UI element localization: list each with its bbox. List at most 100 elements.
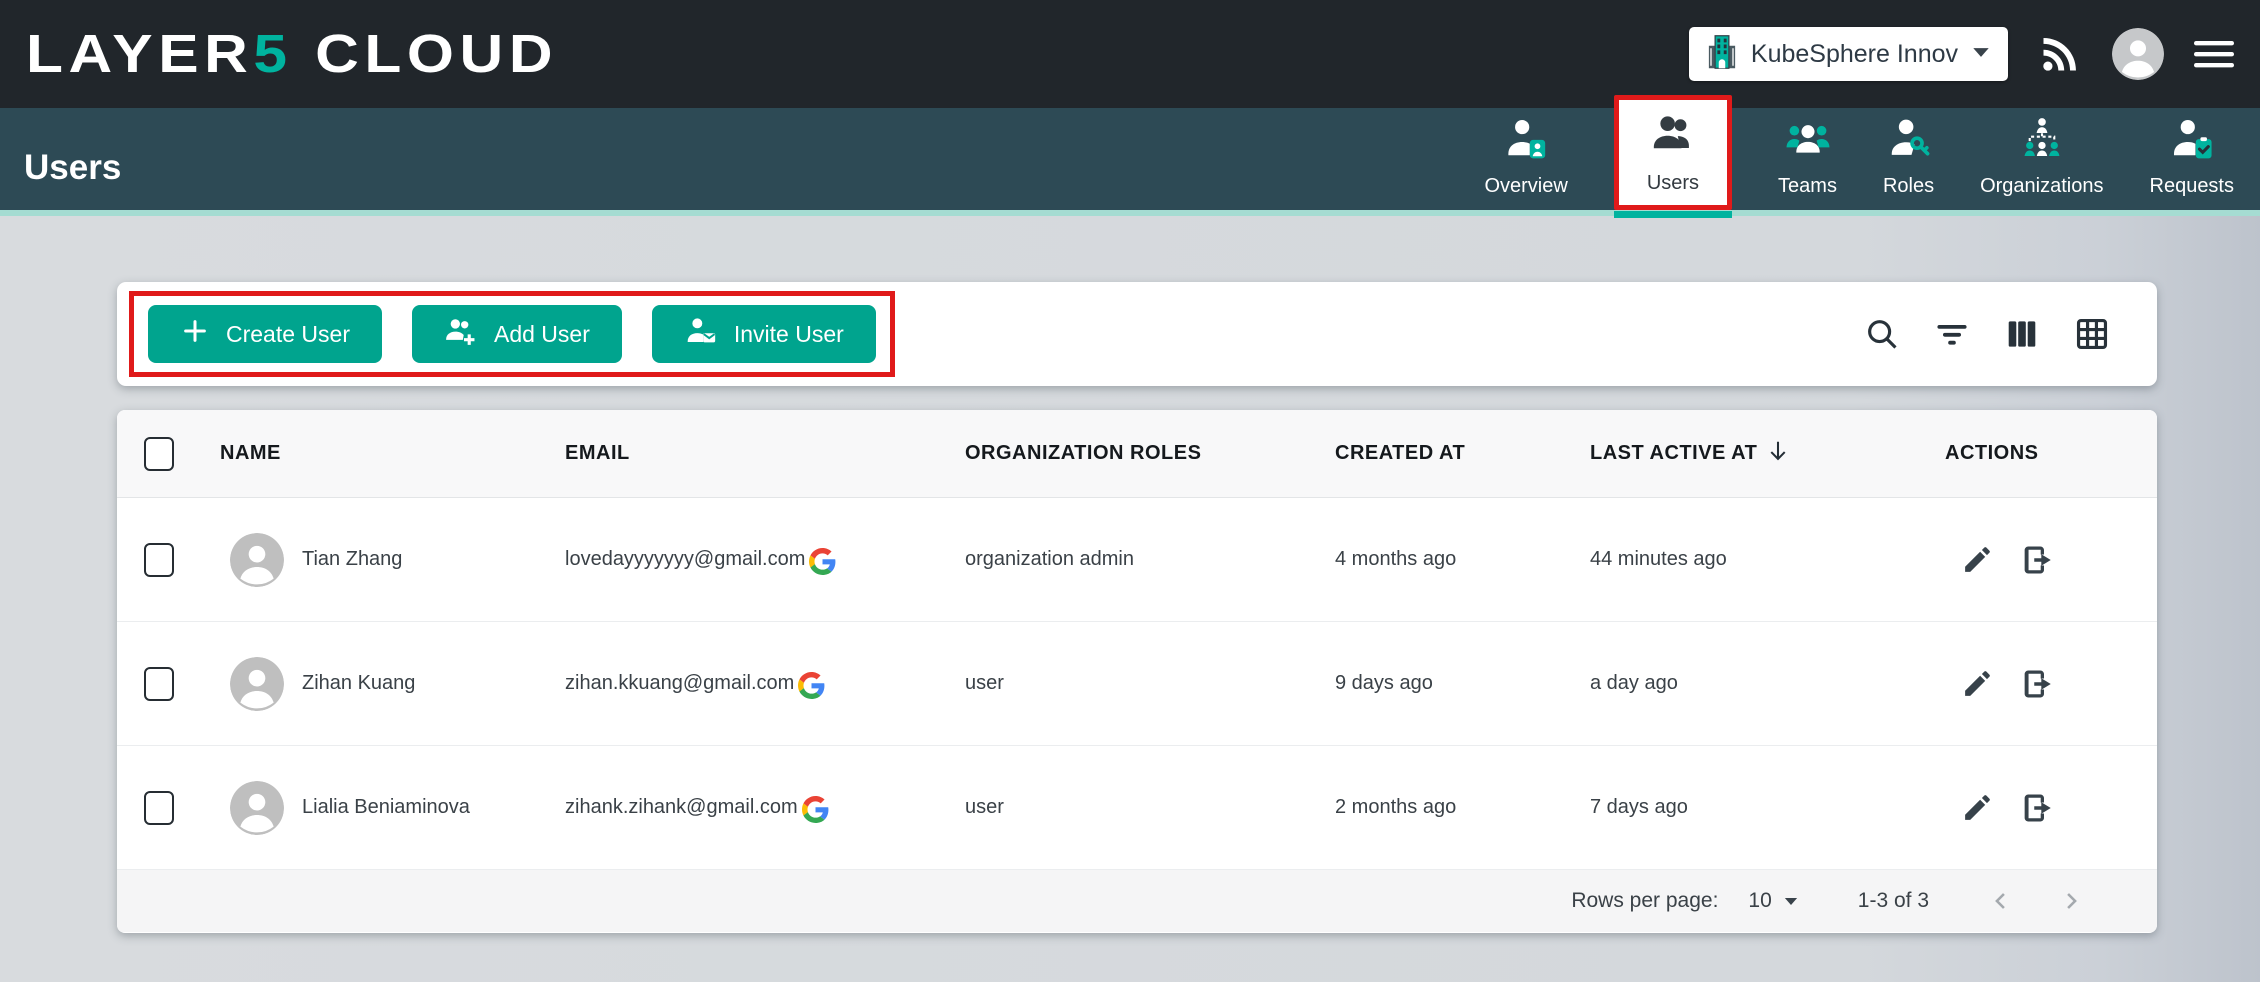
- google-icon: [798, 672, 825, 699]
- header-controls: KubeSphere Innov: [1689, 27, 2234, 81]
- organization-role: user: [945, 796, 1315, 819]
- users-icon: [1650, 112, 1696, 164]
- columns-icon[interactable]: [2003, 315, 2041, 353]
- tab-organizations[interactable]: Organizations: [1980, 115, 2103, 210]
- page-title: Users: [24, 148, 121, 188]
- row-checkbox[interactable]: [144, 791, 174, 825]
- tab-label: Users: [1647, 172, 1699, 195]
- users-table: NAME EMAIL ORGANIZATION ROLES CREATED AT…: [117, 410, 2157, 933]
- google-icon: [802, 796, 829, 823]
- pagination-range: 1-3 of 3: [1858, 889, 1929, 913]
- remove-user-icon[interactable]: [2020, 542, 2056, 578]
- table-tools: [1863, 315, 2111, 353]
- last-active-at: 44 minutes ago: [1570, 548, 1925, 571]
- table-row: Tian Zhang lovedayyyyyyy@gmail.com organ…: [117, 498, 2157, 622]
- caret-down-icon: [1972, 45, 1990, 63]
- user-email: zihank.zihank@gmail.com: [565, 796, 798, 819]
- tab-requests[interactable]: Requests: [2150, 115, 2235, 210]
- created-at: 2 months ago: [1315, 796, 1570, 819]
- create-user-label: Create User: [226, 321, 350, 348]
- layer5-cloud-logo: LAYER5 CLOUD: [26, 23, 558, 85]
- invite-user-button[interactable]: Invite User: [652, 305, 876, 363]
- col-header-name: NAME: [200, 442, 545, 465]
- create-user-button[interactable]: Create User: [148, 305, 382, 363]
- building-icon: [1707, 32, 1737, 77]
- user-email: zihan.kkuang@gmail.com: [565, 672, 794, 695]
- user-badge-icon: [1503, 115, 1549, 167]
- organization-name: KubeSphere Innov: [1751, 40, 1958, 69]
- users-toolbar: Create User Add User: [117, 282, 2157, 386]
- nav-tabs: Overview Users: [1484, 95, 2234, 210]
- tab-teams[interactable]: Teams: [1778, 115, 1837, 210]
- logo-suffix: CLOUD: [293, 24, 558, 84]
- col-header-actions: ACTIONS: [1925, 442, 2157, 465]
- section-navbar: Users Overview: [0, 108, 2260, 216]
- user-avatar[interactable]: [2112, 28, 2164, 80]
- chevron-left-icon[interactable]: [1987, 887, 2015, 915]
- remove-user-icon[interactable]: [2020, 790, 2056, 826]
- table-pagination: Rows per page: 10 1-3 of 3: [117, 870, 2157, 932]
- col-header-email: EMAIL: [545, 442, 945, 465]
- grid-icon[interactable]: [2073, 315, 2111, 353]
- tab-label: Overview: [1484, 175, 1567, 198]
- search-icon[interactable]: [1863, 315, 1901, 353]
- add-user-icon: [444, 314, 478, 354]
- select-all-checkbox[interactable]: [144, 437, 174, 471]
- avatar: [230, 533, 284, 587]
- invite-user-label: Invite User: [734, 321, 844, 348]
- requests-icon: [2169, 115, 2215, 167]
- avatar-icon: [2112, 28, 2164, 80]
- teams-icon: [1785, 115, 1831, 167]
- edit-icon[interactable]: [1961, 667, 1994, 700]
- rss-icon[interactable]: [2038, 32, 2082, 76]
- active-tab-indicator: [1614, 211, 1732, 218]
- tab-roles[interactable]: Roles: [1883, 115, 1934, 210]
- rows-per-page-value: 10: [1748, 889, 1771, 913]
- tab-users[interactable]: Users: [1614, 95, 1732, 210]
- edit-icon[interactable]: [1961, 791, 1994, 824]
- organization-role: user: [945, 672, 1315, 695]
- col-header-last-active-at[interactable]: LAST ACTIVE AT: [1570, 438, 1925, 470]
- tab-label: Requests: [2150, 175, 2235, 198]
- annotation-box-buttons: Create User Add User: [129, 291, 895, 377]
- row-checkbox[interactable]: [144, 667, 174, 701]
- user-name: Zihan Kuang: [302, 672, 415, 695]
- roles-key-icon: [1886, 115, 1932, 167]
- edit-icon[interactable]: [1961, 543, 1994, 576]
- created-at: 9 days ago: [1315, 672, 1570, 695]
- avatar: [230, 657, 284, 711]
- add-user-button[interactable]: Add User: [412, 305, 622, 363]
- top-header: LAYER5 CLOUD: [0, 0, 2260, 108]
- tab-overview[interactable]: Overview: [1484, 115, 1567, 210]
- sort-down-icon: [1765, 438, 1791, 470]
- table-row: Zihan Kuang zihan.kkuang@gmail.com user …: [117, 622, 2157, 746]
- table-row: Lialia Beniaminova zihank.zihank@gmail.c…: [117, 746, 2157, 870]
- rows-per-page-label: Rows per page:: [1571, 889, 1718, 913]
- table-header-row: NAME EMAIL ORGANIZATION ROLES CREATED AT…: [117, 410, 2157, 498]
- plus-icon: [180, 316, 210, 352]
- logo-accent: 5: [253, 24, 292, 84]
- row-checkbox[interactable]: [144, 543, 174, 577]
- user-email: lovedayyyyyyy@gmail.com: [565, 548, 805, 571]
- rows-per-page-select[interactable]: 10: [1748, 889, 1797, 913]
- invite-user-icon: [684, 314, 718, 354]
- created-at: 4 months ago: [1315, 548, 1570, 571]
- filter-icon[interactable]: [1933, 315, 1971, 353]
- organization-role: organization admin: [945, 548, 1315, 571]
- add-user-label: Add User: [494, 321, 590, 348]
- last-active-at: 7 days ago: [1570, 796, 1925, 819]
- user-name: Tian Zhang: [302, 548, 402, 571]
- google-icon: [809, 548, 836, 575]
- col-header-organization-roles: ORGANIZATION ROLES: [945, 442, 1315, 465]
- remove-user-icon[interactable]: [2020, 666, 2056, 702]
- logo-prefix: LAYER: [26, 24, 253, 84]
- organization-selector[interactable]: KubeSphere Innov: [1689, 27, 2008, 81]
- avatar: [230, 781, 284, 835]
- user-name: Lialia Beniaminova: [302, 796, 470, 819]
- chevron-right-icon[interactable]: [2057, 887, 2085, 915]
- caret-down-icon: [1784, 897, 1798, 906]
- col-header-created-at: CREATED AT: [1315, 442, 1570, 465]
- tab-label: Teams: [1778, 175, 1837, 198]
- last-active-at: a day ago: [1570, 672, 1925, 695]
- menu-icon[interactable]: [2194, 38, 2234, 70]
